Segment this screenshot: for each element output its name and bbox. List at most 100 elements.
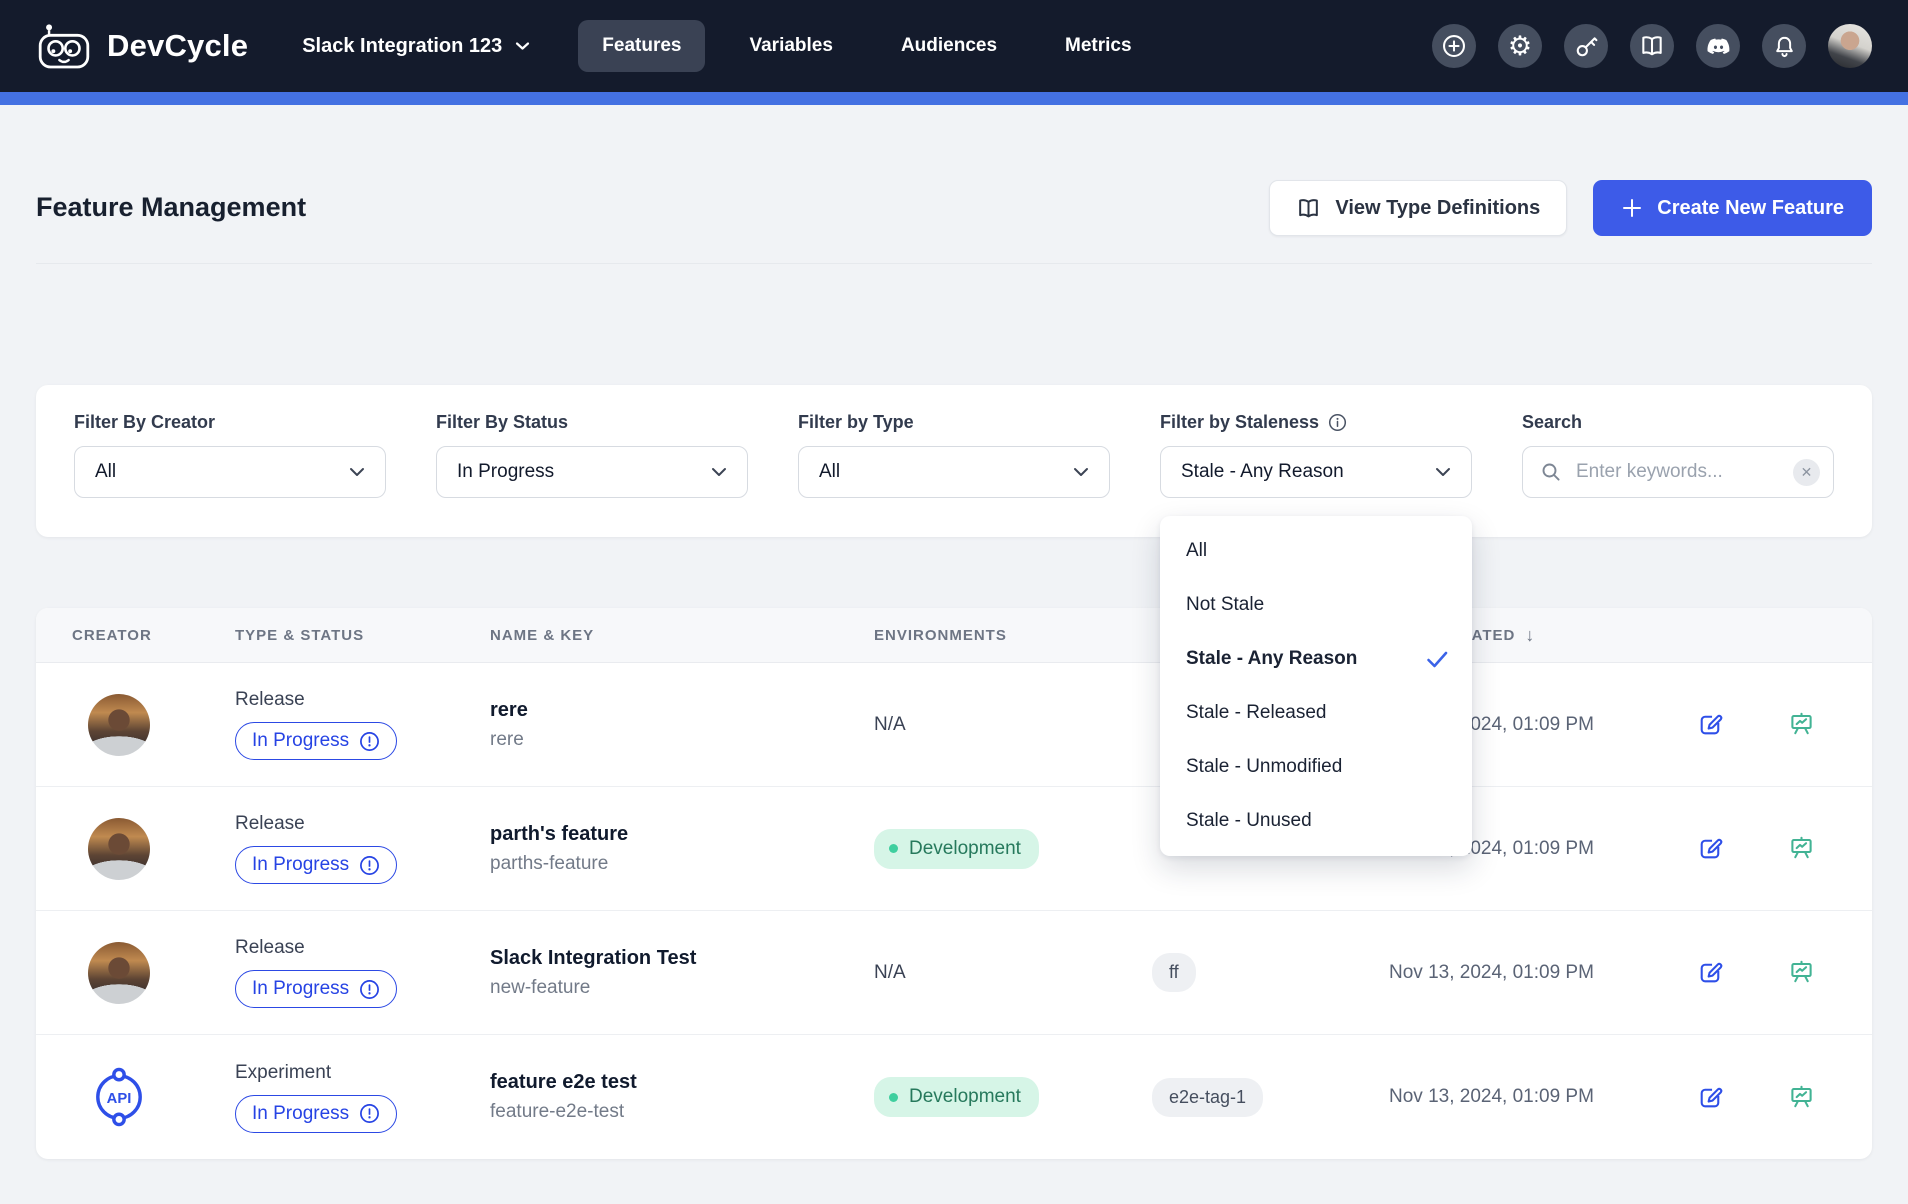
view-type-definitions-button[interactable]: View Type Definitions [1269, 180, 1567, 236]
menu-item-stale-unused[interactable]: Stale - Unused [1160, 794, 1472, 848]
updated-timestamp: Nov 13, 2024, 01:09 PM [1389, 1086, 1594, 1107]
staleness-dropdown-menu: All Not Stale Stale - Any Reason Stale -… [1160, 516, 1472, 856]
features-table: CREATOR TYPE & STATUS NAME & KEY ENVIRON… [36, 608, 1872, 1159]
search-placeholder: Enter keywords... [1576, 461, 1780, 483]
chevron-down-icon [1435, 467, 1451, 477]
menu-item-stale-unmodified[interactable]: Stale - Unmodified [1160, 740, 1472, 794]
metrics-board-button[interactable] [1787, 710, 1816, 739]
filter-type-select[interactable]: All [798, 446, 1110, 498]
book-icon [1296, 196, 1321, 221]
edit-feature-button[interactable] [1696, 958, 1725, 987]
creator-avatar [88, 942, 150, 1004]
filter-creator: Filter By Creator All [74, 411, 386, 511]
alert-circle-icon [359, 979, 380, 1000]
settings-button[interactable]: ⚙ [1498, 24, 1542, 68]
devcycle-logo[interactable]: DevCycle [36, 22, 248, 71]
chevron-down-icon [515, 41, 530, 51]
environment-badge: Development [874, 1077, 1039, 1117]
feature-name-link[interactable]: feature e2e test [490, 1071, 874, 1094]
chevron-down-icon [711, 467, 727, 477]
discord-button[interactable] [1696, 24, 1740, 68]
creator-avatar [88, 694, 150, 756]
env-dot-icon [889, 844, 898, 853]
tab-metrics[interactable]: Metrics [1041, 20, 1156, 72]
edit-feature-button[interactable] [1696, 1083, 1725, 1112]
add-button[interactable] [1432, 24, 1476, 68]
feature-name-link[interactable]: parth's feature [490, 823, 874, 846]
menu-item-stale-released[interactable]: Stale - Released [1160, 686, 1472, 740]
filter-type: Filter by Type All [798, 411, 1110, 511]
feature-management-page: DevCycle Slack Integration 123 Features … [0, 0, 1908, 1204]
filter-creator-select[interactable]: All [74, 446, 386, 498]
filter-staleness-label: Filter by Staleness [1160, 411, 1472, 433]
feature-type: Release [235, 813, 490, 835]
tab-audiences[interactable]: Audiences [877, 20, 1021, 72]
feature-type: Release [235, 937, 490, 959]
search-input[interactable]: Enter keywords... ✕ [1522, 446, 1834, 498]
header-divider [36, 263, 1872, 264]
filter-staleness-select[interactable]: Stale - Any Reason [1160, 446, 1472, 498]
sort-desc-icon: ↓ [1525, 625, 1535, 646]
environment-badge: Development [874, 829, 1039, 869]
info-icon[interactable] [1328, 413, 1347, 432]
bell-icon [1772, 34, 1797, 59]
feature-type: Release [235, 689, 490, 711]
alert-circle-icon [359, 1103, 380, 1124]
metrics-board-button[interactable] [1787, 958, 1816, 987]
feature-key: new-feature [490, 977, 874, 999]
alert-circle-icon [359, 855, 380, 876]
menu-item-all[interactable]: All [1160, 524, 1472, 578]
edit-feature-button[interactable] [1696, 834, 1725, 863]
feature-name-link[interactable]: rere [490, 699, 874, 722]
discord-icon [1705, 33, 1732, 60]
accent-bar [0, 92, 1908, 105]
tab-variables[interactable]: Variables [725, 20, 856, 72]
nav-tabs: Features Variables Audiences Metrics [578, 20, 1155, 72]
brand-name: DevCycle [107, 28, 248, 64]
close-icon: ✕ [1801, 464, 1813, 481]
column-header-environments: ENVIRONMENTS [874, 627, 1152, 644]
metrics-board-button[interactable] [1787, 834, 1816, 863]
svg-text:API: API [107, 1091, 132, 1107]
status-badge: In Progress [235, 1095, 397, 1133]
menu-item-not-stale[interactable]: Not Stale [1160, 578, 1472, 632]
filter-status-select[interactable]: In Progress [436, 446, 748, 498]
feature-key: parths-feature [490, 853, 874, 875]
feature-key: rere [490, 729, 874, 751]
devcycle-robot-icon [36, 22, 92, 71]
gear-icon: ⚙ [1508, 33, 1532, 60]
environments-value: N/A [874, 714, 906, 735]
env-dot-icon [889, 1093, 898, 1102]
tab-features[interactable]: Features [578, 20, 705, 72]
updated-timestamp: Nov 13, 2024, 01:09 PM [1389, 962, 1594, 983]
filter-bar: Filter By Creator All Filter By Status I… [36, 385, 1872, 537]
check-icon [1424, 646, 1450, 672]
table-header-row: CREATOR TYPE & STATUS NAME & KEY ENVIRON… [36, 608, 1872, 663]
filter-creator-label: Filter By Creator [74, 411, 386, 433]
create-new-feature-button[interactable]: Create New Feature [1593, 180, 1872, 236]
table-row: API Experiment In Progress feature e2e t… [36, 1035, 1872, 1159]
search-label: Search [1522, 411, 1834, 433]
feature-key: feature-e2e-test [490, 1101, 874, 1123]
status-badge: In Progress [235, 970, 397, 1008]
table-row: Release In Progress rere rere N/A Nov 13… [36, 663, 1872, 787]
search-icon [1539, 460, 1563, 484]
table-row: Release In Progress parth's feature part… [36, 787, 1872, 911]
column-header-name-key: NAME & KEY [490, 627, 874, 644]
book-icon [1639, 33, 1665, 59]
menu-item-stale-any-reason[interactable]: Stale - Any Reason [1160, 632, 1472, 686]
project-selector[interactable]: Slack Integration 123 [302, 35, 530, 58]
edit-feature-button[interactable] [1696, 710, 1725, 739]
notifications-button[interactable] [1762, 24, 1806, 68]
tag-badge: e2e-tag-1 [1152, 1078, 1263, 1117]
clear-search-button[interactable]: ✕ [1793, 459, 1820, 486]
feature-name-link[interactable]: Slack Integration Test [490, 947, 874, 970]
user-avatar[interactable] [1828, 24, 1872, 68]
docs-button[interactable] [1630, 24, 1674, 68]
environments-value: N/A [874, 962, 906, 983]
metrics-board-button[interactable] [1787, 1083, 1816, 1112]
api-keys-button[interactable] [1564, 24, 1608, 68]
filter-staleness: Filter by Staleness Stale - Any Reason [1160, 411, 1472, 511]
status-badge: In Progress [235, 846, 397, 884]
plus-icon [1621, 197, 1643, 219]
